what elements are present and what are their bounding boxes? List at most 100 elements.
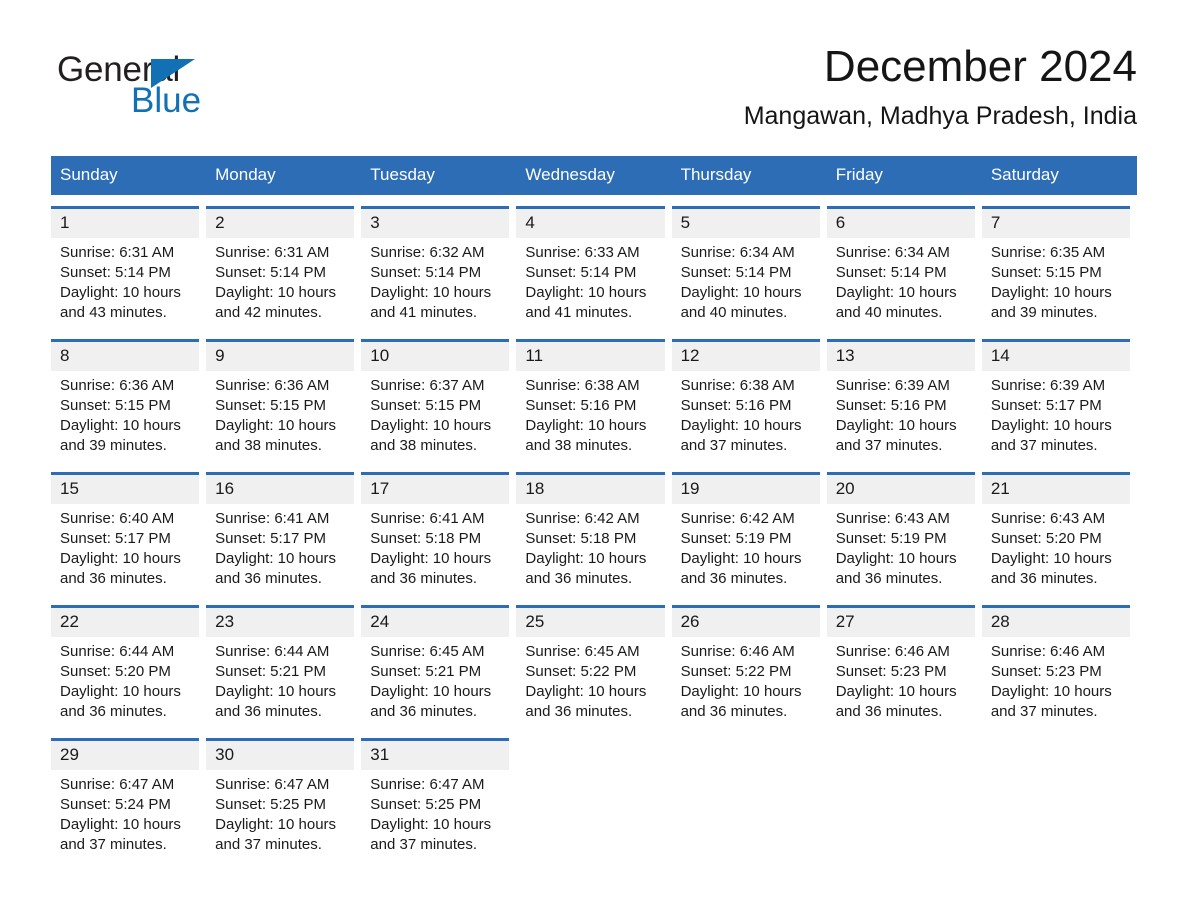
- calendar-week-row: 22 Sunrise: 6:44 AM Sunset: 5:20 PM Dayligh…: [51, 605, 1137, 727]
- daylight-text: Daylight: 10 hours and 36 minutes.: [215, 550, 337, 587]
- calendar-day-cell[interactable]: 17 Sunrise: 6:41 AM Sunset: 5:18 PM Dayligh…: [361, 472, 516, 594]
- sunset-text: Sunset: 5:14 PM: [370, 264, 482, 281]
- day-number: [827, 741, 975, 770]
- calendar-day-cell[interactable]: 7 Sunrise: 6:35 AM Sunset: 5:15 PM Daylight…: [981, 206, 1137, 328]
- daylight-text: Daylight: 10 hours and 36 minutes.: [990, 550, 1112, 587]
- calendar-day-cell[interactable]: 20 Sunrise: 6:43 AM Sunset: 5:19 PM Dayligh…: [826, 472, 982, 594]
- daylight-text: Daylight: 10 hours and 42 minutes.: [215, 284, 337, 321]
- calendar-day-cell[interactable]: 6 Sunrise: 6:34 AM Sunset: 5:14 PM Daylight…: [826, 206, 982, 328]
- day-cell-body: 10 Sunrise: 6:37 AM Sunset: 5:15 PM Dayligh…: [361, 339, 510, 461]
- calendar-day-cell[interactable]: 13 Sunrise: 6:39 AM Sunset: 5:16 PM Dayligh…: [826, 339, 982, 461]
- page-header: General Blue December 2024 Mangawan, Mad…: [0, 0, 1188, 130]
- day-details: Sunrise: 6:45 AM Sunset: 5:22 PM Daylight:…: [516, 637, 664, 722]
- calendar-day-cell[interactable]: 11 Sunrise: 6:38 AM Sunset: 5:16 PM Dayligh…: [516, 339, 671, 461]
- sunrise-text: Sunrise: 6:36 AM: [60, 377, 175, 394]
- day-details: Sunrise: 6:31 AM Sunset: 5:14 PM Daylight:…: [51, 238, 199, 323]
- calendar-day-cell[interactable]: 29 Sunrise: 6:47 AM Sunset: 5:24 PM Dayligh…: [51, 738, 206, 860]
- calendar-day-cell[interactable]: 25 Sunrise: 6:45 AM Sunset: 5:22 PM Dayligh…: [516, 605, 671, 727]
- sunset-text: Sunset: 5:20 PM: [60, 663, 171, 680]
- sunset-text: Sunset: 5:23 PM: [990, 663, 1102, 680]
- day-number: 4: [516, 209, 665, 238]
- day-cell-body: 3 Sunrise: 6:32 AM Sunset: 5:14 PM Daylight…: [361, 206, 510, 328]
- daylight-text: Daylight: 10 hours and 36 minutes.: [215, 683, 337, 720]
- calendar-day-cell[interactable]: 21 Sunrise: 6:43 AM Sunset: 5:20 PM Dayligh…: [981, 472, 1137, 594]
- calendar-day-cell[interactable]: 3 Sunrise: 6:32 AM Sunset: 5:14 PM Daylight…: [361, 206, 516, 328]
- day-cell-body: 26 Sunrise: 6:46 AM Sunset: 5:22 PM Dayligh…: [671, 605, 820, 727]
- calendar-day-cell[interactable]: 30 Sunrise: 6:47 AM Sunset: 5:25 PM Dayligh…: [206, 738, 361, 860]
- day-cell-body: [516, 738, 664, 860]
- day-number: 5: [671, 209, 820, 238]
- day-details: Sunrise: 6:38 AM Sunset: 5:16 PM Daylight:…: [516, 371, 664, 456]
- sunrise-text: Sunrise: 6:42 AM: [680, 510, 795, 527]
- sunset-text: Sunset: 5:14 PM: [835, 264, 947, 281]
- day-number: [982, 741, 1130, 770]
- daylight-text: Daylight: 10 hours and 40 minutes.: [680, 284, 802, 321]
- calendar-day-cell[interactable]: 16 Sunrise: 6:41 AM Sunset: 5:17 PM Dayligh…: [206, 472, 361, 594]
- daylight-text: Daylight: 10 hours and 38 minutes.: [525, 417, 647, 454]
- sunset-text: Sunset: 5:15 PM: [370, 397, 482, 414]
- calendar-day-cell[interactable]: 28 Sunrise: 6:46 AM Sunset: 5:23 PM Dayligh…: [981, 605, 1137, 727]
- day-details: Sunrise: 6:41 AM Sunset: 5:17 PM Daylight:…: [206, 504, 354, 589]
- day-cell-body: 25 Sunrise: 6:45 AM Sunset: 5:22 PM Dayligh…: [516, 605, 665, 727]
- day-cell-body: 30 Sunrise: 6:47 AM Sunset: 5:25 PM Dayligh…: [206, 738, 355, 860]
- day-cell-body: 28 Sunrise: 6:46 AM Sunset: 5:23 PM Dayligh…: [981, 605, 1130, 727]
- day-number: 20: [826, 475, 975, 504]
- calendar-day-cell[interactable]: 2 Sunrise: 6:31 AM Sunset: 5:14 PM Daylight…: [206, 206, 361, 328]
- sunrise-text: Sunrise: 6:40 AM: [60, 510, 175, 527]
- sunset-text: Sunset: 5:17 PM: [990, 397, 1102, 414]
- calendar-day-cell[interactable]: 26 Sunrise: 6:46 AM Sunset: 5:22 PM Dayligh…: [671, 605, 827, 727]
- calendar-day-cell[interactable]: 22 Sunrise: 6:44 AM Sunset: 5:20 PM Dayligh…: [51, 605, 206, 727]
- day-number: 19: [671, 475, 820, 504]
- calendar-day-cell[interactable]: 4 Sunrise: 6:33 AM Sunset: 5:14 PM Daylight…: [516, 206, 671, 328]
- calendar-day-cell[interactable]: 1 Sunrise: 6:31 AM Sunset: 5:14 PM Daylight…: [51, 206, 206, 328]
- day-details: Sunrise: 6:37 AM Sunset: 5:15 PM Daylight:…: [361, 371, 509, 456]
- daylight-text: Daylight: 10 hours and 39 minutes.: [990, 284, 1112, 321]
- sunrise-text: Sunrise: 6:35 AM: [990, 244, 1106, 261]
- sunrise-text: Sunrise: 6:38 AM: [680, 377, 795, 394]
- sunrise-text: Sunrise: 6:31 AM: [60, 244, 175, 261]
- daylight-text: Daylight: 10 hours and 37 minutes.: [990, 417, 1112, 454]
- sunrise-text: Sunrise: 6:31 AM: [215, 244, 330, 261]
- sunset-text: Sunset: 5:14 PM: [60, 264, 171, 281]
- calendar-day-cell[interactable]: 12 Sunrise: 6:38 AM Sunset: 5:16 PM Dayligh…: [671, 339, 827, 461]
- day-cell-body: 4 Sunrise: 6:33 AM Sunset: 5:14 PM Daylight…: [516, 206, 665, 328]
- day-number: 29: [51, 741, 200, 770]
- calendar-day-cell[interactable]: 19 Sunrise: 6:42 AM Sunset: 5:19 PM Dayligh…: [671, 472, 827, 594]
- calendar-empty-cell: [516, 738, 671, 860]
- calendar-day-cell[interactable]: 9 Sunrise: 6:36 AM Sunset: 5:15 PM Daylight…: [206, 339, 361, 461]
- sunrise-text: Sunrise: 6:44 AM: [215, 643, 330, 660]
- day-details: Sunrise: 6:47 AM Sunset: 5:24 PM Daylight:…: [51, 770, 199, 855]
- calendar-day-cell[interactable]: 31 Sunrise: 6:47 AM Sunset: 5:25 PM Dayligh…: [361, 738, 516, 860]
- day-number: [516, 741, 664, 770]
- day-number: 13: [826, 342, 975, 371]
- day-details: Sunrise: 6:42 AM Sunset: 5:19 PM Daylight:…: [672, 504, 820, 589]
- day-number: 14: [981, 342, 1130, 371]
- calendar-day-cell[interactable]: 18 Sunrise: 6:42 AM Sunset: 5:18 PM Dayligh…: [516, 472, 671, 594]
- calendar-day-cell[interactable]: 10 Sunrise: 6:37 AM Sunset: 5:15 PM Dayligh…: [361, 339, 516, 461]
- calendar-day-cell[interactable]: 27 Sunrise: 6:46 AM Sunset: 5:23 PM Dayligh…: [826, 605, 982, 727]
- day-number: 30: [206, 741, 355, 770]
- sunset-text: Sunset: 5:14 PM: [680, 264, 792, 281]
- calendar-empty-cell: [827, 738, 982, 860]
- calendar-day-cell[interactable]: 5 Sunrise: 6:34 AM Sunset: 5:14 PM Daylight…: [671, 206, 827, 328]
- day-number: 24: [361, 608, 510, 637]
- calendar-day-cell[interactable]: 8 Sunrise: 6:36 AM Sunset: 5:15 PM Daylight…: [51, 339, 206, 461]
- sunrise-text: Sunrise: 6:44 AM: [60, 643, 175, 660]
- calendar-day-cell[interactable]: 23 Sunrise: 6:44 AM Sunset: 5:21 PM Dayligh…: [206, 605, 361, 727]
- day-cell-body: 7 Sunrise: 6:35 AM Sunset: 5:15 PM Daylight…: [981, 206, 1130, 328]
- sunrise-text: Sunrise: 6:43 AM: [835, 510, 950, 527]
- daylight-text: Daylight: 10 hours and 39 minutes.: [60, 417, 181, 454]
- calendar-day-cell[interactable]: 14 Sunrise: 6:39 AM Sunset: 5:17 PM Dayligh…: [981, 339, 1137, 461]
- weekday-header-monday: Monday: [215, 165, 276, 184]
- sunrise-text: Sunrise: 6:41 AM: [215, 510, 330, 527]
- calendar-day-cell[interactable]: 24 Sunrise: 6:45 AM Sunset: 5:21 PM Dayligh…: [361, 605, 516, 727]
- daylight-text: Daylight: 10 hours and 37 minutes.: [835, 417, 957, 454]
- sunrise-text: Sunrise: 6:45 AM: [525, 643, 640, 660]
- page-title: December 2024: [823, 42, 1137, 91]
- sunrise-text: Sunrise: 6:42 AM: [525, 510, 640, 527]
- sunrise-text: Sunrise: 6:38 AM: [525, 377, 640, 394]
- sunset-text: Sunset: 5:14 PM: [525, 264, 637, 281]
- day-cell-body: 18 Sunrise: 6:42 AM Sunset: 5:18 PM Dayligh…: [516, 472, 665, 594]
- calendar-day-cell[interactable]: 15 Sunrise: 6:40 AM Sunset: 5:17 PM Dayligh…: [51, 472, 206, 594]
- daylight-text: Daylight: 10 hours and 38 minutes.: [370, 417, 492, 454]
